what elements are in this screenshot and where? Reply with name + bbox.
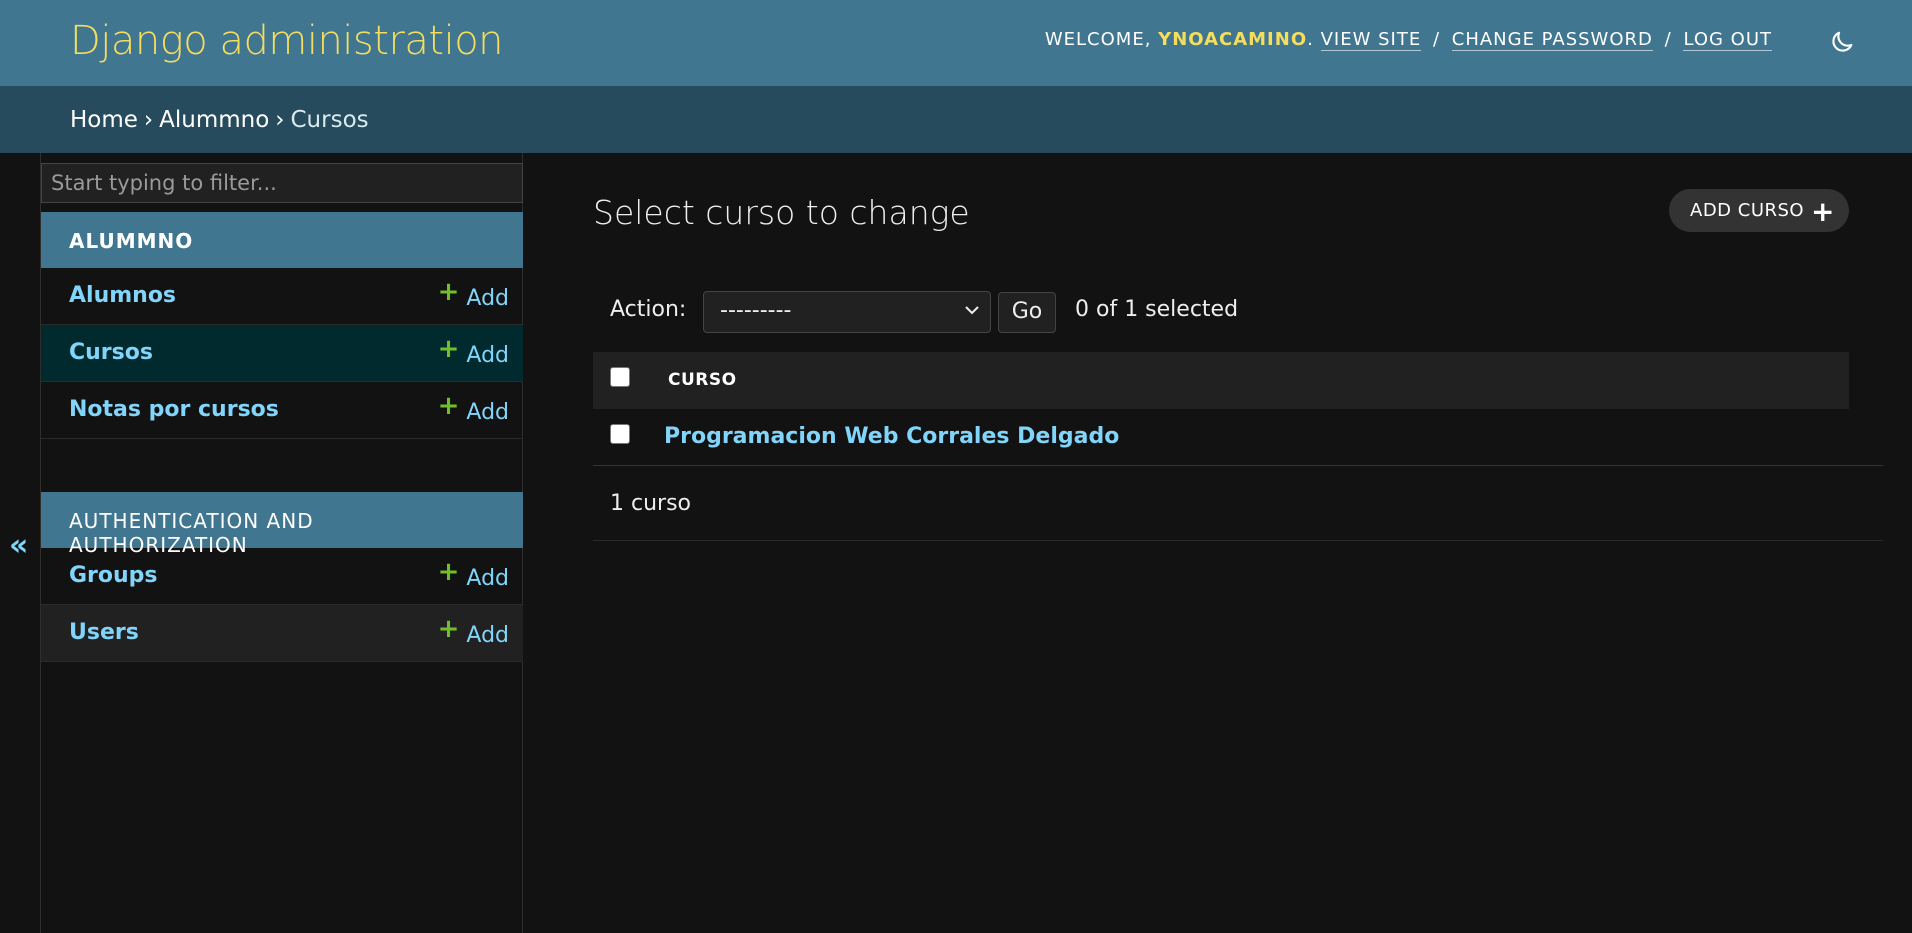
table-header: Curso xyxy=(593,352,1849,409)
theme-toggle-button[interactable] xyxy=(1828,28,1856,56)
add-curso-link[interactable]: + Add xyxy=(438,334,509,369)
action-label: Action: xyxy=(610,297,687,322)
user-tools: Welcome, ynoacamino. View site / Change … xyxy=(1044,29,1772,51)
separator: / xyxy=(1664,29,1672,50)
plus-icon: + xyxy=(1811,195,1835,228)
action-select-value: --------- xyxy=(720,298,792,323)
breadcrumb-separator: › xyxy=(143,107,154,133)
breadcrumb-home[interactable]: Home xyxy=(70,107,138,133)
sidebar-item-notas-por-cursos: Notas por cursos + Add xyxy=(41,382,523,439)
sidebar-item-groups: Groups + Add xyxy=(41,548,523,605)
add-label: Add xyxy=(466,566,509,591)
sidebar-item-users: Users + Add xyxy=(41,605,523,662)
sidebar-item-alumnos: Alumnos + Add xyxy=(41,268,523,325)
chevron-down-icon xyxy=(965,306,979,315)
model-link-users[interactable]: Users xyxy=(69,620,139,645)
sidebar-item-cursos: Cursos + Add xyxy=(41,325,523,382)
add-curso-button[interactable]: Add curso + xyxy=(1669,189,1849,232)
toggle-sidebar-button[interactable]: « xyxy=(9,528,28,563)
log-out-link[interactable]: Log out xyxy=(1683,29,1772,51)
select-all-checkbox[interactable] xyxy=(610,367,630,387)
breadcrumb-current: Cursos xyxy=(290,107,369,133)
curso-link[interactable]: Programacion Web Corrales Delgado xyxy=(664,424,1119,449)
add-nota-link[interactable]: + Add xyxy=(438,391,509,426)
moon-icon xyxy=(1832,31,1853,52)
go-button[interactable]: Go xyxy=(998,292,1056,333)
add-label: Add xyxy=(466,623,509,648)
breadcrumb: Home › Alummno › Cursos xyxy=(0,86,1912,153)
change-password-link[interactable]: Change password xyxy=(1451,29,1653,51)
model-link-cursos[interactable]: Cursos xyxy=(69,340,153,365)
breadcrumb-separator: › xyxy=(275,107,285,133)
add-group-link[interactable]: + Add xyxy=(438,557,509,592)
username: ynoacamino xyxy=(1158,29,1308,50)
nav-sidebar: Alummno Alumnos +Add Cursos +Add Notas p… xyxy=(40,153,523,933)
app-caption-alummno[interactable]: Alummno xyxy=(41,212,523,268)
page-title: Select curso to change xyxy=(593,193,970,232)
header: Django administration Welcome, ynoacamin… xyxy=(0,0,1912,86)
model-link-alumnos[interactable]: Alumnos xyxy=(69,283,176,308)
row-checkbox[interactable] xyxy=(610,424,630,444)
add-label: Add xyxy=(466,286,509,311)
app-caption-auth[interactable]: Authentication and Authorization xyxy=(41,492,523,557)
selection-counter: 0 of 1 selected xyxy=(1075,297,1239,322)
column-header-curso[interactable]: Curso xyxy=(668,370,737,390)
view-site-link[interactable]: View site xyxy=(1320,29,1422,51)
separator: / xyxy=(1432,29,1441,50)
model-link-notas-por-cursos[interactable]: Notas por cursos xyxy=(69,397,279,422)
add-label: Add xyxy=(466,400,509,425)
plus-icon: + xyxy=(437,334,460,364)
nav-filter-input[interactable] xyxy=(41,163,523,203)
plus-icon: + xyxy=(437,277,460,307)
add-alumno-link[interactable]: + Add xyxy=(438,277,509,312)
breadcrumb-app[interactable]: Alummno xyxy=(159,107,269,133)
site-title[interactable]: Django administration xyxy=(70,18,504,64)
action-select[interactable]: --------- xyxy=(703,291,991,333)
plus-icon: + xyxy=(437,614,460,644)
paginator: 1 curso xyxy=(593,466,1883,541)
plus-icon: + xyxy=(437,391,460,421)
add-label: Add xyxy=(466,343,509,368)
table-row: Programacion Web Corrales Delgado xyxy=(593,409,1883,466)
add-user-link[interactable]: + Add xyxy=(438,614,509,649)
model-link-groups[interactable]: Groups xyxy=(69,563,158,588)
plus-icon: + xyxy=(437,557,460,587)
welcome-text: Welcome, xyxy=(1044,29,1152,50)
add-curso-label: Add curso xyxy=(1690,200,1805,221)
